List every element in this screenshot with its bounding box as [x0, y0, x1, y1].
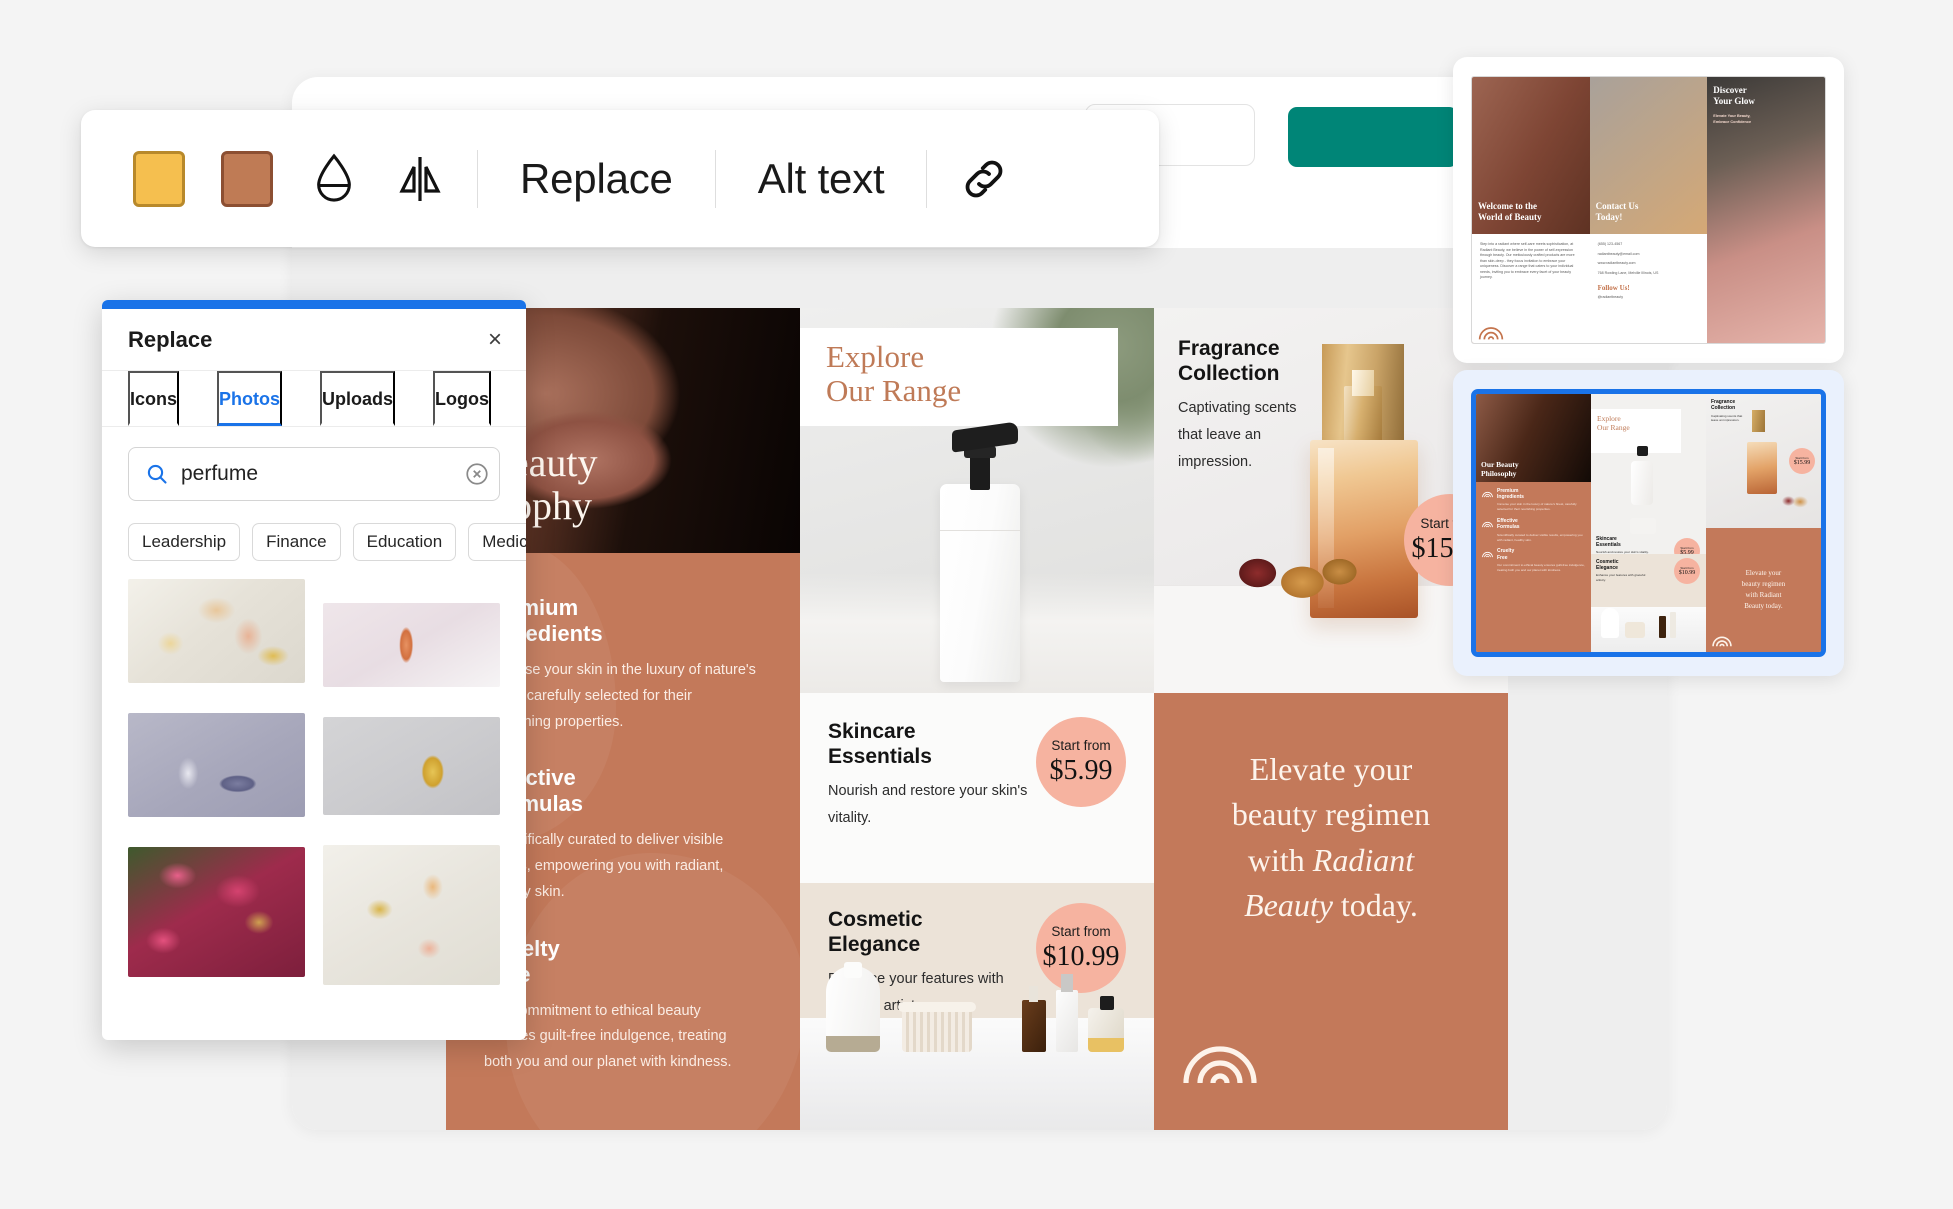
- explore-heading: Explore Our Range: [826, 339, 962, 409]
- feature-cruelty-free: Cruelty Free Our commitment to ethical b…: [484, 936, 770, 1076]
- tab-logos[interactable]: Logos: [433, 371, 492, 426]
- card-cosmetic-elegance: Cosmetic Elegance Enhance your features …: [800, 883, 1154, 1130]
- color-swatch-terracotta[interactable]: [221, 150, 273, 207]
- brochure-page: Our Beauty Philosophy Premium Ingredient…: [446, 308, 1509, 1130]
- results-column-left: [128, 579, 305, 985]
- replace-panel: Replace × Icons Photos Uploads Logos per…: [102, 300, 526, 1040]
- transparency-droplet-icon[interactable]: [297, 148, 371, 210]
- brochure-panel-range: Explore Our Range Skincare Essentials No…: [800, 308, 1154, 1130]
- dried-roses-graphic: [1232, 540, 1360, 606]
- chip-leadership[interactable]: Leadership: [128, 523, 241, 561]
- panel-title: Replace: [128, 326, 213, 352]
- results-column-right: [323, 579, 500, 985]
- mini-caption-discover-sub: Elevate Your Beauty, Embrace Confidence: [1713, 114, 1752, 125]
- feature-effective-formulas: Effective Formulas Scientifically curate…: [484, 765, 770, 905]
- badge-price: $5.99: [1049, 754, 1113, 786]
- color-swatch-amber-wrap[interactable]: [115, 150, 203, 207]
- photo-results-grid: [102, 579, 526, 985]
- primary-action-button[interactable]: [1288, 107, 1458, 167]
- close-icon[interactable]: ×: [488, 327, 502, 352]
- panel-accent-bar: [102, 300, 526, 309]
- mini-caption-contact: Contact Us Today!: [1595, 200, 1639, 223]
- suggested-search-chips: Leadership Finance Education Medical: [102, 501, 526, 579]
- mini-feature-2: Effective Formulas Scientifically curated…: [1476, 512, 1591, 542]
- badge-label: Start from: [1051, 738, 1111, 754]
- mini-p1-col1: Welcome to the World of Beauty Step into…: [1472, 77, 1590, 343]
- toolbar-divider-2: [714, 149, 716, 208]
- photo-result-4[interactable]: [323, 717, 500, 815]
- tab-photos[interactable]: Photos: [217, 371, 283, 426]
- mini-cta-block: Elevate your beauty regimen with Radiant…: [1705, 528, 1821, 652]
- mini-price-badge-2: Start from $10.99: [1673, 557, 1700, 584]
- card-skincare-essentials: Skincare Essentials Nourish and restore …: [800, 693, 1154, 883]
- tab-uploads[interactable]: Uploads: [320, 371, 396, 426]
- replace-panel-header: Replace ×: [102, 309, 526, 371]
- mini-skincare-card: Skincare Essentials Nourish and restore y…: [1595, 535, 1649, 555]
- mini-cosmetic-block: Cosmetic Elegance Enhance your features w…: [1590, 553, 1706, 652]
- toolbar-divider-3: [926, 149, 928, 208]
- mini-philosophy-heading: Our Beauty Philosophy: [1481, 459, 1519, 479]
- photo-result-5[interactable]: [128, 847, 305, 977]
- replace-button[interactable]: Replace: [492, 155, 701, 203]
- mini-feature-3: Cruelty Free Our commitment to ethical be…: [1476, 542, 1591, 572]
- page-thumbnail-2[interactable]: Our Beauty Philosophy Premium Ingredients…: [1453, 370, 1844, 676]
- mini-follow-handle: @radiantbeauty: [1597, 295, 1624, 300]
- screen: Replace Alt text Our Beauty Philosophy: [0, 0, 1953, 1209]
- chip-education[interactable]: Education: [352, 523, 457, 561]
- page-thumbnail-1[interactable]: Welcome to the World of Beauty Step into…: [1453, 57, 1844, 363]
- chip-finance[interactable]: Finance: [252, 523, 341, 561]
- thumbnail-1-preview: Welcome to the World of Beauty Step into…: [1471, 76, 1826, 344]
- search-box[interactable]: [128, 447, 500, 501]
- product-bottles-graphic: [818, 962, 1138, 1052]
- mini-caption-discover: Discover Your Glow: [1713, 85, 1755, 107]
- alt-text-button[interactable]: Alt text: [730, 155, 913, 203]
- link-icon[interactable]: [947, 148, 1021, 210]
- photo-result-3[interactable]: [128, 713, 305, 817]
- mini-rainbow-logo-cta: [1712, 636, 1732, 647]
- clear-icon[interactable]: [464, 461, 490, 487]
- mini-rainbow-logo: [1478, 327, 1504, 340]
- mini-pump-bottle: [1631, 461, 1654, 506]
- toolbar-divider-1: [477, 149, 478, 208]
- rainbow-arc-logo: [1182, 1037, 1258, 1090]
- search-area: [102, 427, 526, 501]
- chip-medical[interactable]: Medical: [468, 523, 526, 561]
- color-swatch-amber[interactable]: [133, 150, 185, 207]
- mini-p1-col1-body: Step into a radiant where self-care meet…: [1472, 233, 1590, 343]
- search-input[interactable]: [181, 462, 452, 486]
- price-badge-skincare: Start from $5.99: [1036, 717, 1126, 807]
- tab-icons[interactable]: Icons: [128, 371, 180, 426]
- cta-block: Elevate your beauty regimen with Radiant…: [1154, 693, 1508, 1130]
- mini-explore-header: Explore Our Range: [1590, 409, 1681, 454]
- mini-p1-col2-body: (655) 123-4567 radiantbeauty@email.com w…: [1589, 233, 1708, 343]
- mini-contact-list: (655) 123-4567 radiantbeauty@email.com w…: [1597, 241, 1659, 275]
- mini-fragrance-block: Fragrance Collection Captivating scents t…: [1705, 394, 1821, 529]
- pump-bottle-graphic: [932, 412, 1028, 682]
- card-body: Nourish and restore your skin's vitality…: [828, 783, 1028, 827]
- mini-caption-welcome: Welcome to the World of Beauty: [1478, 200, 1542, 223]
- pump-bottle-photo[interactable]: Explore Our Range: [800, 308, 1154, 693]
- fragrance-body: Captivating scents that leave an impress…: [1178, 400, 1297, 470]
- mini-lips-photo: Our Beauty Philosophy: [1476, 394, 1591, 482]
- photo-result-1[interactable]: [128, 579, 305, 683]
- photo-result-2[interactable]: [323, 603, 500, 687]
- mini-p1-col3: Discover Your Glow Elevate Your Beauty, …: [1707, 77, 1825, 343]
- replace-panel-tabs: Icons Photos Uploads Logos: [102, 371, 526, 427]
- mini-p2-range: Explore Our Range Skincare Essentials Nou…: [1590, 394, 1706, 652]
- mini-feature-1: Premium Ingredients Immerse your skin in …: [1476, 482, 1591, 512]
- feature-premium-ingredients: Premium Ingredients Immerse your skin in…: [484, 595, 770, 735]
- flip-horizontal-icon[interactable]: [383, 148, 457, 210]
- mini-p1-col2: Contact Us Today! (655) 123-4567 radiant…: [1589, 77, 1708, 343]
- thumbnail-2-preview: Our Beauty Philosophy Premium Ingredients…: [1471, 389, 1826, 657]
- mini-follow-title: Follow Us!: [1597, 284, 1630, 293]
- cta-text: Elevate your beauty regimen with Radiant…: [1231, 751, 1431, 924]
- badge-label: Start from: [1051, 924, 1111, 940]
- mini-p2-philosophy: Our Beauty Philosophy Premium Ingredients…: [1476, 394, 1591, 652]
- mini-p2-fragrance: Fragrance Collection Captivating scents t…: [1705, 394, 1821, 652]
- photo-result-6[interactable]: [323, 845, 500, 985]
- mini-price-badge-3: Start from $15.99: [1788, 447, 1815, 474]
- image-toolbar: Replace Alt text: [81, 110, 1159, 247]
- color-swatch-terracotta-wrap[interactable]: [203, 150, 291, 207]
- search-icon: [145, 462, 169, 486]
